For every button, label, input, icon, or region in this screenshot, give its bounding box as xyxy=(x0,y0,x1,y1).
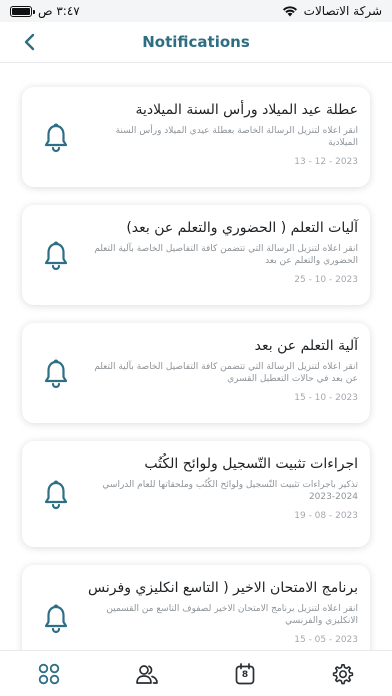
notification-card[interactable]: برنامج الامتحان الاخير ( التاسع انكليزي … xyxy=(22,565,370,650)
notification-description: تذكير باجراءات تثبيت التّسجيل ولوائح الك… xyxy=(102,480,358,502)
notification-date: 13 - 12 - 2023 xyxy=(294,157,358,167)
bell-icon xyxy=(44,359,68,389)
notification-card[interactable]: آلية التعلم عن بعد انقر اعلاه لتنزيل الر… xyxy=(22,323,370,423)
tab-settings[interactable] xyxy=(323,654,363,694)
notification-title: آليات التعلم ( الحضوري والتعلم عن بعد) xyxy=(126,220,358,236)
tab-calendar[interactable]: 8 xyxy=(225,654,265,694)
bell-icon-wrap xyxy=(38,577,74,650)
notification-description: انقر اعلاه لتنزيل برنامج الامتحان الاخير… xyxy=(106,604,358,626)
gear-icon xyxy=(332,663,354,684)
notification-card[interactable]: عطلة عيد الميلاد ورأس السنة الميلادية ان… xyxy=(22,87,370,187)
card-body: اجراءات تثبيت التّسجيل ولوائح الكُتُب تذ… xyxy=(84,453,358,521)
calendar-icon: 8 xyxy=(235,662,255,685)
battery-icon xyxy=(10,5,35,17)
bell-icon-wrap xyxy=(38,453,74,537)
notification-list[interactable]: عطلة عيد الميلاد ورأس السنة الميلادية ان… xyxy=(0,63,392,650)
card-body: عطلة عيد الميلاد ورأس السنة الميلادية ان… xyxy=(84,99,358,167)
bell-icon xyxy=(44,123,68,153)
notification-date: 15 - 05 - 2023 xyxy=(294,635,358,645)
users-icon xyxy=(136,664,158,684)
page-title: Notifications xyxy=(142,33,250,51)
status-left: ٣:٤٧ ص xyxy=(10,4,80,18)
notification-title: عطلة عيد الميلاد ورأس السنة الميلادية xyxy=(135,102,358,118)
notification-date: 19 - 08 - 2023 xyxy=(294,511,358,521)
card-body: برنامج الامتحان الاخير ( التاسع انكليزي … xyxy=(84,577,358,645)
header: Notifications xyxy=(0,22,392,62)
tab-users[interactable] xyxy=(127,654,167,694)
notification-title: آلية التعلم عن بعد xyxy=(254,338,358,354)
bell-icon-wrap xyxy=(38,335,74,413)
card-body: آليات التعلم ( الحضوري والتعلم عن بعد) ا… xyxy=(84,217,358,285)
bell-icon-wrap xyxy=(38,217,74,295)
chevron-left-icon xyxy=(24,33,35,51)
tab-bar: 8 xyxy=(0,650,392,696)
tab-dashboard[interactable] xyxy=(29,654,69,694)
notification-title: برنامج الامتحان الاخير ( التاسع انكليزي … xyxy=(88,580,358,596)
notification-description: انقر اعلاه لتنزيل الرسالة الخاصة بعطلة ع… xyxy=(115,126,358,148)
status-right: شركة الاتصالات xyxy=(282,4,382,18)
notification-description: انقر اعلاه لتنزيل الرسالة التي تتضمن كاف… xyxy=(94,362,358,384)
status-time: ٣:٤٧ ص xyxy=(38,4,80,18)
carrier-name: شركة الاتصالات xyxy=(303,4,382,18)
bell-icon-wrap xyxy=(38,99,74,177)
back-button[interactable] xyxy=(18,30,42,54)
wifi-icon xyxy=(282,6,297,17)
grid-icon xyxy=(38,663,60,684)
bell-icon xyxy=(44,480,68,510)
calendar-day: 8 xyxy=(241,669,249,680)
card-body: آلية التعلم عن بعد انقر اعلاه لتنزيل الر… xyxy=(84,335,358,403)
notification-date: 25 - 10 - 2023 xyxy=(294,275,358,285)
status-bar: ٣:٤٧ ص شركة الاتصالات xyxy=(0,0,392,22)
notification-description: انقر اعلاه لتنزيل الرسالة التي تتضمن كاف… xyxy=(94,244,358,266)
notification-card[interactable]: آليات التعلم ( الحضوري والتعلم عن بعد) ا… xyxy=(22,205,370,305)
notification-title: اجراءات تثبيت التّسجيل ولوائح الكُتُب xyxy=(144,456,358,472)
notification-card[interactable]: اجراءات تثبيت التّسجيل ولوائح الكُتُب تذ… xyxy=(22,441,370,547)
bell-icon xyxy=(44,241,68,271)
notification-date: 15 - 10 - 2023 xyxy=(294,393,358,403)
bell-icon xyxy=(44,604,68,634)
